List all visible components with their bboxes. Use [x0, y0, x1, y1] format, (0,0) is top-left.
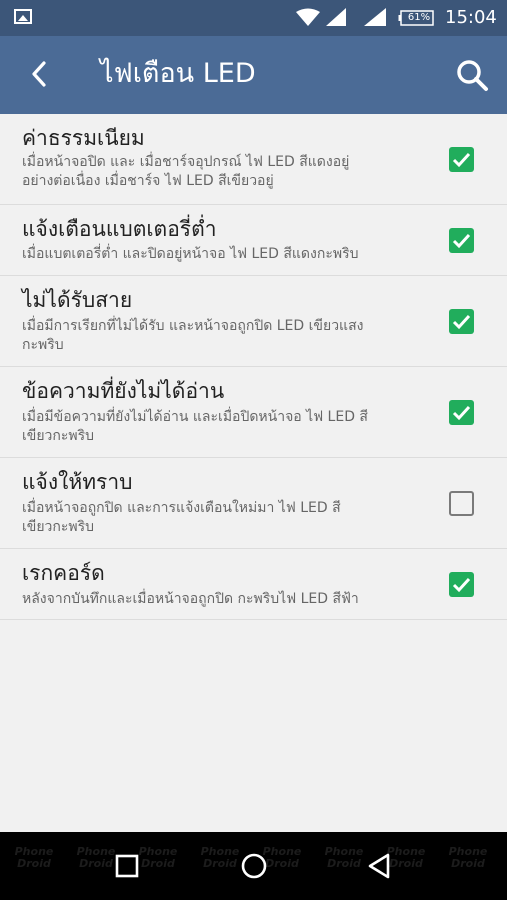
checkbox-checked[interactable] — [449, 147, 474, 172]
setting-description: เมื่อหน้าจอถูกปิด และการแจ้งเตือนใหม่มา … — [22, 500, 341, 535]
settings-list: ค่าธรรมเนียม เมื่อหน้าจอปิด และ เมื่อชาร… — [0, 114, 507, 620]
check-icon — [452, 405, 471, 421]
watermark: Phone Droid — [14, 845, 54, 870]
setting-title: เรกคอร์ด — [22, 561, 105, 585]
check-icon — [452, 233, 471, 249]
checkbox-checked[interactable] — [449, 228, 474, 253]
setting-title: ค่าธรรมเนียม — [22, 126, 145, 150]
signal-icon-2 — [364, 8, 386, 26]
watermark: Phone Droid — [448, 845, 488, 870]
setting-description: เมื่อหน้าจอปิด และ เมื่อชาร์จอุปกรณ์ ไฟ … — [22, 154, 350, 189]
checkbox-checked[interactable] — [449, 309, 474, 334]
setting-description: หลังจากบันทึกและเมื่อหน้าจอถูกปิด กะพริบ… — [22, 591, 359, 607]
signal-icon-1 — [326, 8, 346, 26]
back-triangle-icon[interactable] — [366, 852, 394, 880]
image-notification-icon — [14, 9, 32, 24]
setting-title: ไม่ได้รับสาย — [22, 288, 133, 312]
setting-row-charging[interactable]: ค่าธรรมเนียม เมื่อหน้าจอปิด และ เมื่อชาร… — [0, 114, 507, 205]
setting-description: เมื่อมีการเรียกที่ไม่ได้รับ และหน้าจอถูก… — [22, 318, 364, 353]
clock: 15:04 — [445, 7, 497, 28]
setting-row-notification[interactable]: แจ้งให้ทราบ เมื่อหน้าจอถูกปิด และการแจ้ง… — [0, 458, 507, 549]
wifi-icon — [296, 8, 320, 26]
check-icon — [452, 314, 471, 330]
checkbox-checked[interactable] — [449, 572, 474, 597]
app-bar: ไฟเตือน LED — [0, 36, 507, 114]
checkbox-checked[interactable] — [449, 400, 474, 425]
setting-row-record[interactable]: เรกคอร์ด หลังจากบันทึกและเมื่อหน้าจอถูกป… — [0, 549, 507, 620]
status-bar: 61% 15:04 — [0, 0, 507, 36]
home-circle-icon[interactable] — [240, 852, 268, 880]
search-icon[interactable] — [454, 57, 490, 93]
setting-title: แจ้งเตือนแบตเตอรี่ต่ำ — [22, 217, 217, 241]
check-icon — [452, 152, 471, 168]
setting-row-unread-message[interactable]: ข้อความที่ยังไม่ได้อ่าน เมื่อมีข้อความที… — [0, 367, 507, 458]
setting-description: เมื่อมีข้อความที่ยังไม่ได้อ่าน และเมื่อป… — [22, 409, 368, 444]
back-arrow-icon[interactable] — [24, 58, 56, 90]
recent-apps-square-icon[interactable] — [113, 852, 141, 880]
battery-percent: 61% — [407, 12, 431, 23]
setting-title: แจ้งให้ทราบ — [22, 470, 133, 494]
watermark: Phone Droid — [324, 845, 364, 870]
setting-row-missed-call[interactable]: ไม่ได้รับสาย เมื่อมีการเรียกที่ไม่ได้รับ… — [0, 276, 507, 367]
setting-title: ข้อความที่ยังไม่ได้อ่าน — [22, 379, 225, 403]
setting-description: เมื่อแบตเตอรี่ต่ำ และปิดอยู่หน้าจอ ไฟ LE… — [22, 246, 359, 262]
setting-row-low-battery[interactable]: แจ้งเตือนแบตเตอรี่ต่ำ เมื่อแบตเตอรี่ต่ำ … — [0, 205, 507, 276]
navigation-bar: Phone Droid Phone Droid Phone Droid Phone Dr… — [0, 832, 507, 900]
check-icon — [452, 577, 471, 593]
checkbox-unchecked[interactable] — [449, 491, 474, 516]
page-title: ไฟเตือน LED — [100, 58, 256, 89]
